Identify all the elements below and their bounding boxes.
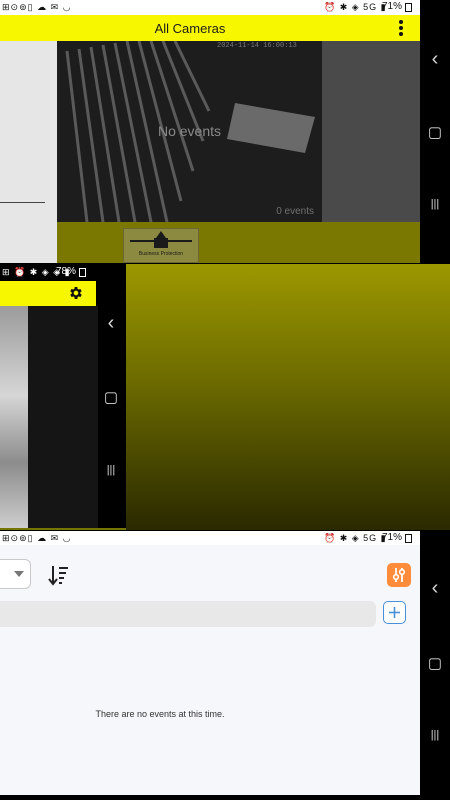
brand-logo: Business Protection [123,228,199,263]
camera-timestamp: 2024-11-14 16:00:13 [217,42,297,50]
recents-icon[interactable]: ||| [96,464,126,476]
background-gradient [126,264,450,530]
home-icon[interactable]: ▢ [420,654,450,672]
more-options-icon[interactable] [392,19,410,37]
plus-icon [389,607,400,618]
back-icon[interactable]: ‹ [420,48,450,71]
camera-footer: Business Protection [57,222,420,263]
chevron-down-icon [14,571,24,577]
no-events-label: No events [157,123,222,139]
home-icon[interactable]: ▢ [96,388,126,406]
system-nav-bar: ‹ ▢ ||| [98,264,126,530]
status-system-icons: ⏰ ✱ ◈ 5G ▮ [324,2,387,12]
back-icon[interactable]: ‹ [420,577,450,600]
sort-descending-icon[interactable] [48,563,70,587]
battery-percent: 78% [56,266,77,277]
system-nav-bar: ‹ ▢ ||| [420,0,450,263]
battery-percent: 71% [382,1,403,12]
camera-list-screen: ⊞⊙⊚▯ ☁ ✉ ◡ ⏰ ✱ ◈ 5G ▮ 71% All Cameras 20… [0,0,450,263]
app-bar [0,281,96,306]
divider [0,202,45,203]
side-drawer [0,41,57,263]
recents-icon[interactable]: ||| [420,198,450,210]
back-icon[interactable]: ‹ [96,312,126,335]
search-input[interactable] [0,601,376,627]
battery-percent: 71% [382,532,403,543]
camera-live-screen: ⊞ ⏰ ✱ ◈ ◈ ▮ 78% ‹ ▢ ||| [0,264,450,530]
home-icon[interactable]: ▢ [420,123,450,141]
brand-logo-caption: Business Protection [138,251,184,257]
status-notification-icons: ⊞⊙⊚▯ ☁ ✉ ◡ [2,2,72,12]
filter-button[interactable] [387,563,411,587]
system-nav-bar: ‹ ▢ ||| [420,531,450,800]
settings-gear-icon[interactable] [68,285,84,301]
page-title: All Cameras [154,21,226,36]
camera-tile-empty [322,41,420,222]
battery-icon [79,268,86,277]
status-system-icons: ⏰ ✱ ◈ 5G ▮ [324,533,387,543]
status-notification-icons: ⊞⊙⊚▯ ☁ ✉ ◡ [2,533,72,543]
divider [0,528,126,530]
empty-state-message: There are no events at this time. [95,709,225,719]
camera-grid: 2024-11-14 16:00:13 No events 0 events B… [57,41,420,263]
event-count: 0 events [276,206,314,217]
app-bar: All Cameras [0,15,420,41]
battery-icon [405,3,412,12]
status-bar: ⊞⊙⊚▯ ☁ ✉ ◡ ⏰ ✱ ◈ 5G ▮ 71% [0,0,420,14]
events-screen: ⊞⊙⊚▯ ☁ ✉ ◡ ⏰ ✱ ◈ 5G ▮ 71% There are no e… [0,531,450,800]
live-view-panel [28,306,98,530]
filter-sliders-icon [392,568,406,582]
battery-icon [405,534,412,543]
camera-select-dropdown[interactable] [0,559,31,589]
camera-live-view[interactable] [0,306,28,530]
camera-tile[interactable]: 2024-11-14 16:00:13 No events 0 events [57,41,322,222]
recents-icon[interactable]: ||| [420,729,450,741]
events-panel: There are no events at this time. [0,545,420,795]
add-button[interactable] [383,601,406,624]
status-bar: ⊞⊙⊚▯ ☁ ✉ ◡ ⏰ ✱ ◈ 5G ▮ 71% [0,531,420,545]
